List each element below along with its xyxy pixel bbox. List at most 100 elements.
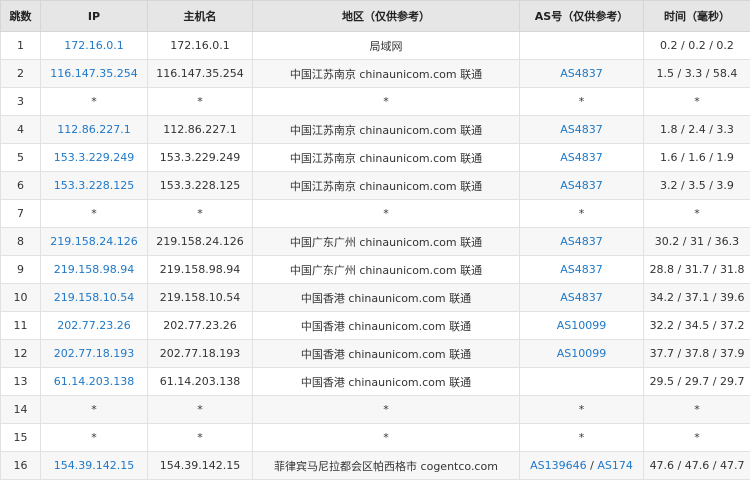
hop-cell: 7 xyxy=(0,199,41,228)
as-cell: AS4837 xyxy=(519,171,644,200)
region-cell: 中国江苏南京 chinaunicom.com 联通 xyxy=(252,115,520,144)
as-link[interactable]: AS4837 xyxy=(560,123,603,136)
ip-link[interactable]: 219.158.98.94 xyxy=(54,263,134,276)
hop-cell: 3 xyxy=(0,87,41,116)
header-time: 时间（毫秒） xyxy=(643,0,750,32)
ip-link[interactable]: 154.39.142.15 xyxy=(54,459,134,472)
as-link[interactable]: AS10099 xyxy=(557,319,607,332)
time-cell: 30.2 / 31 / 36.3 xyxy=(643,227,750,256)
table-row: 4 112.86.227.1 112.86.227.1 中国江苏南京 chinauni… xyxy=(0,115,750,144)
region-cell: * xyxy=(252,199,520,228)
as-cell: * xyxy=(519,395,644,424)
as-cell: AS10099 xyxy=(519,311,644,340)
hostname-cell: 61.14.203.138 xyxy=(147,367,253,396)
time-cell: 37.7 / 37.8 / 37.9 xyxy=(643,339,750,368)
header-hop: 跳数 xyxy=(0,0,41,32)
time-cell: 34.2 / 37.1 / 39.6 xyxy=(643,283,750,312)
time-cell: * xyxy=(643,199,750,228)
header-ip: IP xyxy=(40,0,148,32)
region-cell: 菲律宾马尼拉都会区帕西格市 cogentco.com xyxy=(252,451,520,480)
ip-link[interactable]: 153.3.228.125 xyxy=(54,179,134,192)
as-cell: * xyxy=(519,423,644,452)
as-placeholder: * xyxy=(578,403,585,416)
as-cell: AS139646 / AS174 xyxy=(519,451,644,480)
table-row: 8 219.158.24.126 219.158.24.126 中国广东广州 chin… xyxy=(0,227,750,256)
hop-cell: 5 xyxy=(0,143,41,172)
as-link[interactable]: AS4837 xyxy=(560,67,603,80)
as-link[interactable]: AS174 xyxy=(597,459,633,472)
time-cell: 1.6 / 1.6 / 1.9 xyxy=(643,143,750,172)
table-row: 6 153.3.228.125 153.3.228.125 中国江苏南京 chinau… xyxy=(0,171,750,200)
region-cell: 中国江苏南京 chinaunicom.com 联通 xyxy=(252,171,520,200)
table-row: 12 202.77.18.193 202.77.18.193 中国香港 chinaun… xyxy=(0,339,750,368)
ip-link[interactable]: 61.14.203.138 xyxy=(54,375,134,388)
header-as: AS号（仅供参考） xyxy=(519,0,644,32)
hostname-cell: 219.158.24.126 xyxy=(147,227,253,256)
table-row: 14 * * * * * xyxy=(0,395,750,424)
hop-cell: 10 xyxy=(0,283,41,312)
time-cell: 0.2 / 0.2 / 0.2 xyxy=(643,31,750,60)
table-row: 9 219.158.98.94 219.158.98.94 中国广东广州 chinau… xyxy=(0,255,750,284)
hop-cell: 16 xyxy=(0,451,41,480)
ip-link[interactable]: 219.158.10.54 xyxy=(54,291,134,304)
table-row: 13 61.14.203.138 61.14.203.138 中国香港 chinaun… xyxy=(0,367,750,396)
hop-cell: 12 xyxy=(0,339,41,368)
table-row: 7 * * * * * xyxy=(0,199,750,228)
as-cell: * xyxy=(519,87,644,116)
traceroute-table: 跳数 IP 主机名 地区（仅供参考） AS号（仅供参考） 时间（毫秒） 1 172… xyxy=(0,0,750,480)
as-cell: AS10099 xyxy=(519,339,644,368)
as-cell xyxy=(519,31,644,60)
as-link[interactable]: AS10099 xyxy=(557,347,607,360)
table-row: 10 219.158.10.54 219.158.10.54 中国香港 chinaun… xyxy=(0,283,750,312)
table-body: 1 172.16.0.1 172.16.0.1 局域网 0.2 / 0.2 / 0.2 2… xyxy=(0,31,750,480)
as-link[interactable]: AS4837 xyxy=(560,151,603,164)
ip-cell: 61.14.203.138 xyxy=(40,367,148,396)
hostname-cell: 153.3.228.125 xyxy=(147,171,253,200)
as-link[interactable]: AS4837 xyxy=(560,179,603,192)
ip-cell: 153.3.228.125 xyxy=(40,171,148,200)
hop-cell: 13 xyxy=(0,367,41,396)
hop-cell: 2 xyxy=(0,59,41,88)
ip-link[interactable]: 153.3.229.249 xyxy=(54,151,134,164)
region-cell: 中国江苏南京 chinaunicom.com 联通 xyxy=(252,59,520,88)
as-cell: AS4837 xyxy=(519,115,644,144)
table-row: 5 153.3.229.249 153.3.229.249 中国江苏南京 chinau… xyxy=(0,143,750,172)
table-row: 2 116.147.35.254 116.147.35.254 中国江苏南京 chin… xyxy=(0,59,750,88)
as-cell: AS4837 xyxy=(519,283,644,312)
ip-link[interactable]: 202.77.18.193 xyxy=(54,347,134,360)
as-link[interactable]: AS139646 xyxy=(530,459,587,472)
table-row: 11 202.77.23.26 202.77.23.26 中国香港 chinaunic… xyxy=(0,311,750,340)
ip-link[interactable]: 202.77.23.26 xyxy=(57,319,130,332)
ip-link[interactable]: 112.86.227.1 xyxy=(57,123,130,136)
as-cell: AS4837 xyxy=(519,227,644,256)
time-cell: 3.2 / 3.5 / 3.9 xyxy=(643,171,750,200)
time-cell: * xyxy=(643,87,750,116)
ip-cell: 154.39.142.15 xyxy=(40,451,148,480)
ip-cell: 112.86.227.1 xyxy=(40,115,148,144)
ip-link[interactable]: 172.16.0.1 xyxy=(64,39,123,52)
ip-cell: 153.3.229.249 xyxy=(40,143,148,172)
hostname-cell: * xyxy=(147,423,253,452)
as-link[interactable]: AS4837 xyxy=(560,235,603,248)
as-link[interactable]: AS4837 xyxy=(560,291,603,304)
time-cell: 1.8 / 2.4 / 3.3 xyxy=(643,115,750,144)
time-cell: 47.6 / 47.6 / 47.7 xyxy=(643,451,750,480)
as-cell: * xyxy=(519,199,644,228)
as-cell: AS4837 xyxy=(519,143,644,172)
hostname-cell: 116.147.35.254 xyxy=(147,59,253,88)
hostname-cell: * xyxy=(147,395,253,424)
table-row: 16 154.39.142.15 154.39.142.15 菲律宾马尼拉都会区帕西格… xyxy=(0,451,750,480)
as-placeholder: * xyxy=(578,431,585,444)
as-link[interactable]: AS4837 xyxy=(560,263,603,276)
hostname-cell: 219.158.98.94 xyxy=(147,255,253,284)
ip-link[interactable]: 219.158.24.126 xyxy=(50,235,137,248)
ip-cell: 219.158.24.126 xyxy=(40,227,148,256)
region-cell: 中国香港 chinaunicom.com 联通 xyxy=(252,339,520,368)
region-cell: 中国江苏南京 chinaunicom.com 联通 xyxy=(252,143,520,172)
time-cell: * xyxy=(643,423,750,452)
as-cell: AS4837 xyxy=(519,59,644,88)
hostname-cell: 112.86.227.1 xyxy=(147,115,253,144)
ip-cell: * xyxy=(40,87,148,116)
as-cell: AS4837 xyxy=(519,255,644,284)
ip-link[interactable]: 116.147.35.254 xyxy=(50,67,137,80)
